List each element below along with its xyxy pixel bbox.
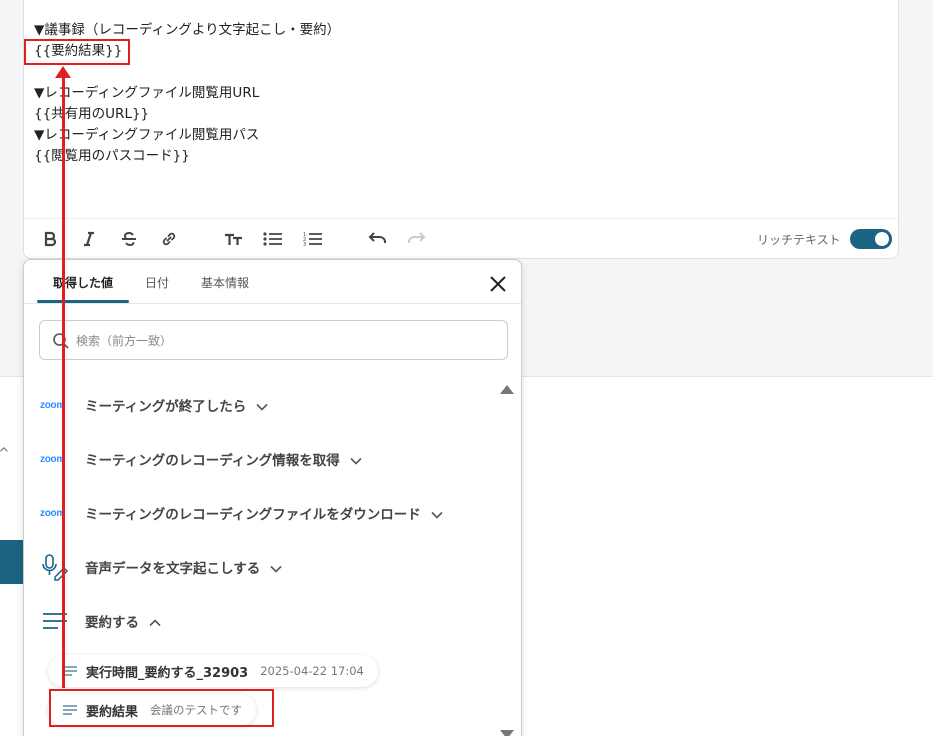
bold-icon[interactable] [38, 227, 62, 251]
text-editor[interactable]: ▼議事録（レコーディングより文字起こし・要約） {{要約結果}} ▼レコーディン… [23, 0, 899, 259]
rich-text-label: リッチテキスト [757, 233, 841, 247]
step-label: ミーティングのレコーディング情報を取得 [85, 453, 340, 469]
step-label: ミーティングのレコーディングファイルをダウンロード [85, 507, 421, 523]
step-label: ミーティングが終了したら [85, 399, 247, 415]
collapse-chevron-icon[interactable]: ^ [0, 446, 10, 462]
scroll-down-icon[interactable] [499, 726, 515, 736]
step-item-download-recording[interactable]: zoom ミーティングのレコーディングファイルをダウンロード [24, 498, 484, 528]
close-icon[interactable] [488, 274, 508, 294]
side-action-button[interactable] [0, 540, 24, 584]
editor-line: {{閲覧用のパスコード}} [34, 148, 190, 164]
variable-chip-summary-result[interactable]: 要約結果 会議のテストです [48, 694, 257, 726]
tab-basic-info[interactable]: 基本情報 [201, 274, 249, 291]
search-input[interactable] [76, 331, 496, 351]
text-size-icon[interactable] [222, 227, 246, 251]
step-item-transcribe[interactable]: 音声データを文字起こしする [24, 552, 484, 582]
variable-value: 2025-04-22 17:04 [260, 664, 364, 678]
editor-content[interactable]: ▼議事録（レコーディングより文字起こし・要約） {{要約結果}} ▼レコーディン… [34, 20, 340, 167]
redo-icon[interactable] [405, 227, 429, 251]
undo-icon[interactable] [365, 227, 389, 251]
tab-date[interactable]: 日付 [145, 274, 169, 291]
variable-value: 会議のテストです [150, 703, 243, 717]
variable-chip-execution-time[interactable]: 実行時間_要約する_32903 2025-04-22 17:04 [48, 655, 378, 687]
step-item-meeting-ended[interactable]: zoom ミーティングが終了したら [24, 390, 484, 420]
variable-name: 要約結果 [86, 704, 139, 720]
text-lines-icon [40, 606, 70, 636]
step-item-get-recording-info[interactable]: zoom ミーティングのレコーディング情報を取得 [24, 444, 484, 474]
step-label: 音声データを文字起こしする [85, 561, 261, 577]
strikethrough-icon[interactable] [117, 227, 141, 251]
variable-name: 実行時間_要約する_32903 [86, 665, 249, 681]
picker-tabs: 取得した値 日付 基本情報 [24, 260, 521, 304]
editor-line: ▼レコーディングファイル閲覧用パス [34, 127, 260, 143]
search-icon [52, 332, 70, 354]
toggle-knob [875, 232, 889, 246]
active-tab-indicator [37, 300, 129, 303]
variable-picker-popup: 取得した値 日付 基本情報 zoom ミーティングが終了したら zoom ミーテ… [23, 259, 522, 736]
search-box [39, 320, 508, 360]
chevron-down-icon [270, 565, 282, 573]
editor-line: {{共有用のURL}} [34, 106, 150, 122]
numbered-list-icon[interactable]: 123 [301, 227, 325, 251]
svg-text:3: 3 [303, 242, 306, 247]
link-icon[interactable] [157, 227, 181, 251]
italic-icon[interactable] [77, 227, 101, 251]
annotation-arrow-line [62, 74, 65, 688]
chevron-down-icon [431, 511, 443, 519]
step-item-summarize[interactable]: 要約する [24, 606, 484, 636]
rich-text-toggle[interactable] [850, 229, 892, 249]
chevron-down-icon [350, 457, 362, 465]
chevron-up-icon [149, 619, 161, 627]
editor-toolbar: 123 リッチテキスト [24, 218, 898, 258]
editor-line: ▼議事録（レコーディングより文字起こし・要約） [34, 22, 341, 38]
mic-pen-icon [40, 552, 70, 582]
editor-line: ▼レコーディングファイル閲覧用URL [34, 85, 260, 101]
chevron-down-icon [256, 403, 268, 411]
scroll-up-icon[interactable] [499, 380, 515, 399]
text-lines-icon [62, 704, 78, 716]
step-label: 要約する [85, 615, 139, 631]
editor-line: {{要約結果}} [34, 43, 123, 59]
bullet-list-icon[interactable] [261, 227, 285, 251]
annotation-arrow-head-icon [55, 66, 71, 78]
